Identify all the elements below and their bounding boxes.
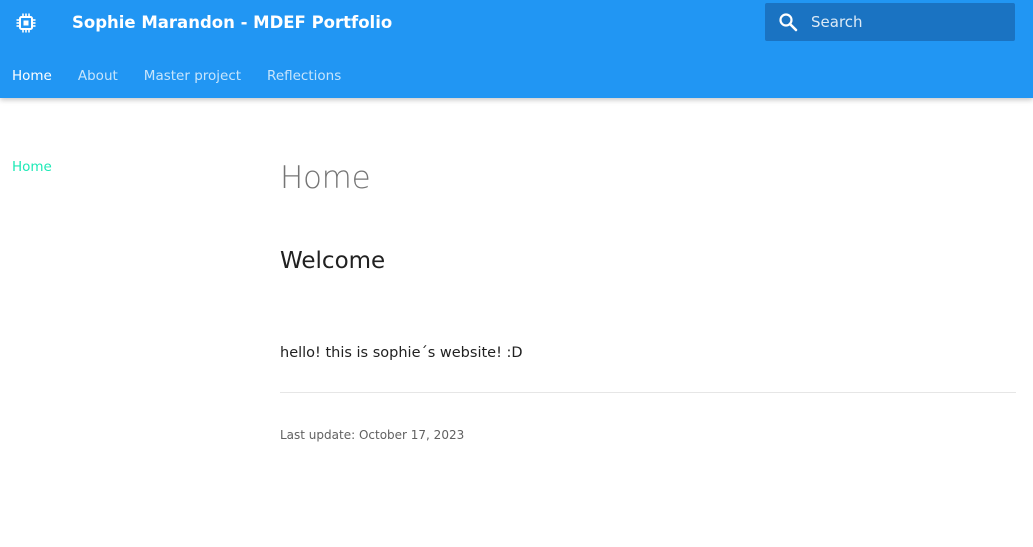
search-input[interactable] <box>811 3 1006 41</box>
nav-tabs: Home About Master project Reflections <box>0 62 367 90</box>
page-title: Home <box>280 160 371 196</box>
last-update-text: Last update: October 17, 2023 <box>280 428 465 442</box>
welcome-heading: Welcome <box>280 248 386 274</box>
site-title[interactable]: Sophie Marandon - MDEF Portfolio <box>72 11 392 35</box>
tab-reflections[interactable]: Reflections <box>267 62 341 90</box>
sidebar-item-home[interactable]: Home <box>12 157 52 177</box>
search-box[interactable] <box>765 3 1015 41</box>
search-icon[interactable] <box>778 12 798 32</box>
tab-master-project[interactable]: Master project <box>144 62 241 90</box>
main-content: Home Welcome hello! this is sophie´s web… <box>280 150 1016 442</box>
tab-home[interactable]: Home <box>12 62 52 90</box>
divider <box>280 392 1016 393</box>
top-header: Sophie Marandon - MDEF Portfolio Home Ab… <box>0 0 1033 98</box>
chip-icon[interactable] <box>16 13 36 33</box>
tab-about[interactable]: About <box>78 62 118 90</box>
intro-paragraph: hello! this is sophie´s website! :D <box>280 345 523 361</box>
